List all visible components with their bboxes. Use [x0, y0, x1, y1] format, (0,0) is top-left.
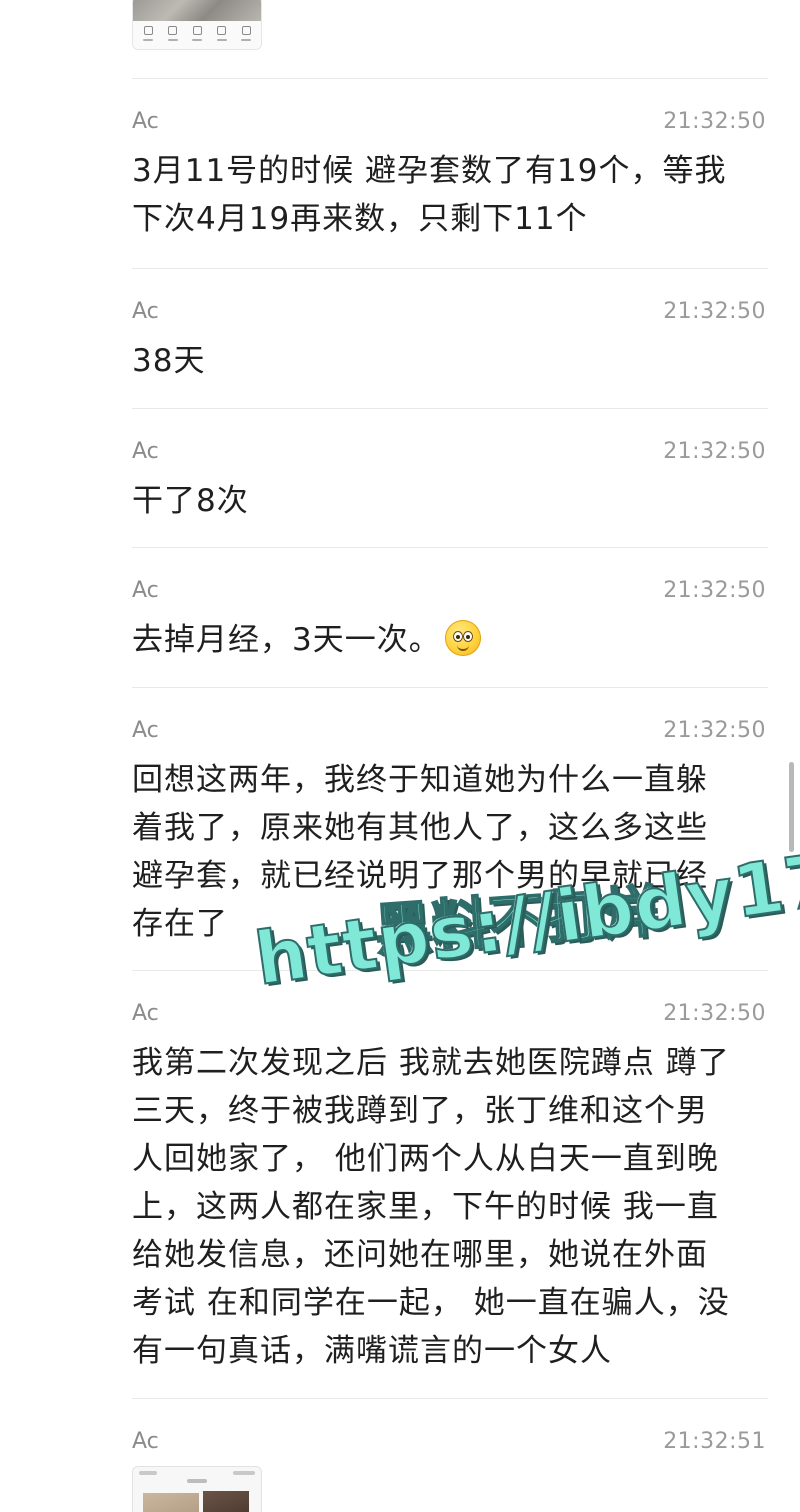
message-line: 避孕套，就已经说明了那个男的早就已经	[132, 858, 708, 894]
message-text: 去掉月经，3天一次。	[132, 616, 762, 664]
chat-message[interactable]: Ac 21:32:50 3月11号的时候 避孕套数了有19个，等我 下次4月19…	[132, 78, 768, 269]
message-timestamp: 21:32:50	[663, 578, 766, 603]
message-line: 38天	[132, 343, 206, 379]
comment-icon	[166, 25, 180, 43]
message-text: 干了8次	[132, 477, 762, 525]
attachment-toolbar	[141, 25, 253, 43]
message-timestamp: 21:32:51	[663, 1429, 766, 1454]
screenshot-photo	[203, 1491, 249, 1512]
message-line: 下次4月19再来数，只剩下11个	[132, 201, 588, 237]
image-attachment-thumbnail[interactable]	[132, 0, 262, 50]
message-timestamp: 21:32:50	[663, 439, 766, 464]
message-sender: Ac	[132, 718, 159, 743]
message-line: 有一句真话，满嘴谎言的一个女人	[132, 1333, 612, 1369]
screenshot-nav-title	[187, 1479, 207, 1483]
chat-message[interactable]: Ac 21:32:50 38天	[132, 268, 768, 409]
message-timestamp: 21:32:50	[663, 1001, 766, 1026]
message-line: 人回她家了， 他们两个人从白天一直到晚	[132, 1141, 719, 1177]
message-timestamp: 21:32:50	[663, 299, 766, 324]
message-sender: Ac	[132, 299, 159, 324]
message-line: 三天，终于被我蹲到了，张丁维和这个男	[132, 1093, 708, 1129]
message-text: 3月11号的时候 避孕套数了有19个，等我 下次4月19再来数，只剩下11个	[132, 147, 762, 243]
message-line: 去掉月经，3天一次。	[132, 616, 762, 664]
message-sender: Ac	[132, 578, 159, 603]
message-timestamp: 21:32:50	[663, 718, 766, 743]
screenshot-status-bar	[139, 1471, 255, 1477]
message-line: 存在了	[132, 906, 228, 942]
image-attachment-thumbnail[interactable]	[132, 1466, 262, 1512]
message-line: 我第二次发现之后 我就去她医院蹲点 蹲了	[132, 1045, 730, 1081]
message-line: 干了8次	[132, 483, 249, 519]
message-sender: Ac	[132, 109, 159, 134]
like-icon	[190, 25, 204, 43]
screenshot-photo	[143, 1493, 199, 1512]
message-sender: Ac	[132, 439, 159, 464]
message-line-text: 去掉月经，3天一次。	[132, 622, 441, 658]
collect-icon	[215, 25, 229, 43]
attachment-photo	[133, 0, 261, 21]
vertical-scrollbar[interactable]	[789, 762, 794, 852]
more-icon	[239, 25, 253, 43]
message-line: 上，这两人都在家里，下午的时候 我一直	[132, 1189, 719, 1225]
message-line: 考试 在和同学在一起， 她一直在骗人，没	[132, 1285, 730, 1321]
message-sender: Ac	[132, 1001, 159, 1026]
message-line: 3月11号的时候 避孕套数了有19个，等我	[132, 153, 727, 189]
smiley-face-emoji-icon	[444, 620, 481, 656]
message-text: 我第二次发现之后 我就去她医院蹲点 蹲了 三天，终于被我蹲到了，张丁维和这个男 …	[132, 1039, 762, 1375]
chat-message[interactable]: Ac 21:32:50 干了8次	[132, 408, 768, 548]
message-line: 回想这两年，我终于知道她为什么一直躲	[132, 762, 708, 798]
message-line: 着我了，原来她有其他人了，这么多这些	[132, 810, 708, 846]
message-text: 回想这两年，我终于知道她为什么一直躲 着我了，原来她有其他人了，这么多这些 避孕…	[132, 756, 762, 948]
chat-message[interactable]: Ac 21:32:50 回想这两年，我终于知道她为什么一直躲 着我了，原来她有其…	[132, 687, 768, 971]
message-sender: Ac	[132, 1429, 159, 1454]
message-text: 38天	[132, 337, 762, 385]
chat-message[interactable]: Ac 21:32:50 我第二次发现之后 我就去她医院蹲点 蹲了 三天，终于被我…	[132, 970, 768, 1399]
chat-message[interactable]: Ac 21:32:50 去掉月经，3天一次。	[132, 547, 768, 688]
message-line: 给她发信息，还问她在哪里，她说在外面	[132, 1237, 708, 1273]
share-icon	[141, 25, 155, 43]
chat-history-page: Ac 21:32:50 3月11号的时候 避孕套数了有19个，等我 下次4月19…	[0, 0, 800, 1512]
message-timestamp: 21:32:50	[663, 109, 766, 134]
